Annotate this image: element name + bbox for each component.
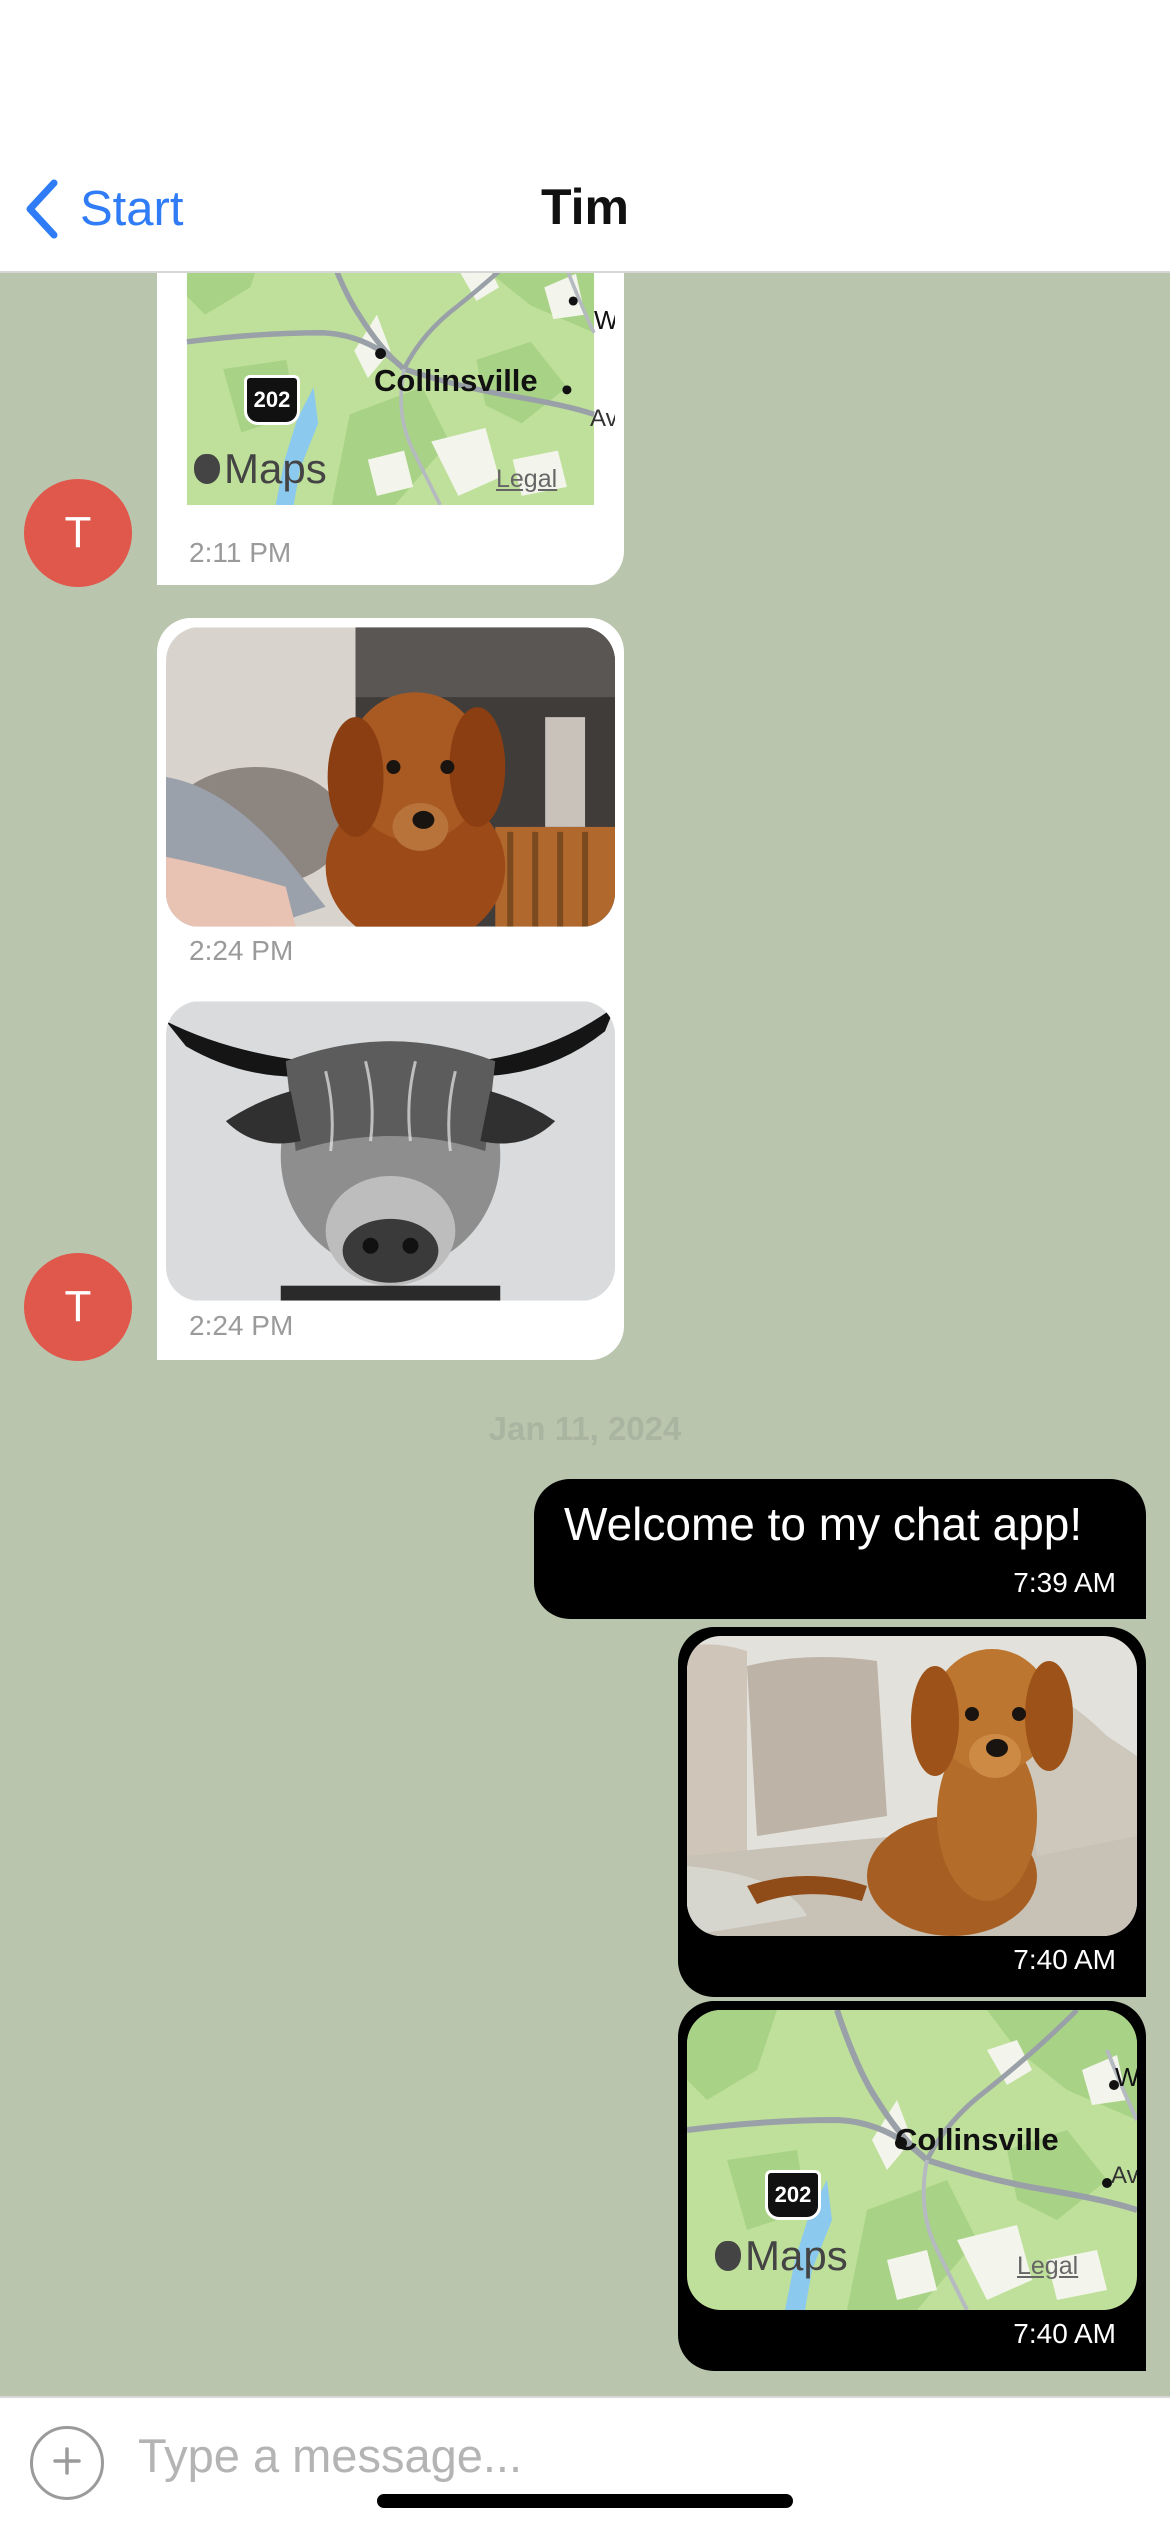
avatar[interactable]: T: [24, 1253, 132, 1361]
dog-photo[interactable]: [687, 1636, 1137, 1936]
incoming-message[interactable]: Collinsville W Av 202 Maps Legal 2:11 PM: [157, 273, 624, 585]
add-attachment-button[interactable]: [30, 2426, 104, 2500]
map-place-label: Collinsville: [895, 2122, 1059, 2157]
outgoing-message[interactable]: Collinsville W Av 202 Maps Legal 7:40 AM: [678, 2001, 1146, 2371]
map-snapshot[interactable]: Collinsville W Av 202 Maps Legal: [166, 273, 615, 525]
maps-brand: Maps: [194, 445, 327, 493]
message-time: 2:24 PM: [189, 935, 294, 966]
map-legal-link[interactable]: Legal: [1017, 2252, 1078, 2281]
outgoing-message[interactable]: 7:40 AM: [678, 1627, 1146, 1997]
message-time: 2:11 PM: [189, 537, 292, 568]
conversation-title: Tim: [541, 179, 629, 235]
status-bar: [0, 0, 1170, 130]
map-place-label: Collinsville: [374, 363, 538, 398]
composer-bar: [0, 2396, 1170, 2532]
message-input[interactable]: [138, 2420, 1118, 2490]
navigation-bar: Start Tim: [0, 130, 1170, 273]
message-time: 2:24 PM: [189, 1310, 294, 1341]
home-indicator: [377, 2494, 793, 2508]
map-edge-label-bottom: Av: [590, 405, 615, 432]
message-list[interactable]: Collinsville W Av 202 Maps Legal 2:11 PM…: [0, 273, 1170, 2396]
map-edge-label-top: W: [594, 305, 615, 335]
map-snapshot[interactable]: Collinsville W Av 202 Maps Legal: [687, 2010, 1137, 2310]
message-time: 7:40 AM: [1013, 2318, 1116, 2349]
plus-icon: [52, 2446, 82, 2481]
incoming-message[interactable]: 2:24 PM: [157, 992, 624, 1360]
date-separator: Jan 11, 2024: [488, 1410, 682, 1447]
maps-brand: Maps: [715, 2232, 848, 2280]
message-time: 7:39 AM: [1013, 1567, 1116, 1598]
route-shield: 202: [244, 375, 300, 425]
cow-photo[interactable]: [166, 1001, 615, 1301]
message-time: 7:40 AM: [1013, 1944, 1116, 1975]
apple-icon: [194, 454, 220, 484]
map-legal-link[interactable]: Legal: [496, 465, 557, 494]
outgoing-message[interactable]: Welcome to my chat app! 7:39 AM: [534, 1479, 1146, 1619]
route-shield: 202: [765, 2170, 821, 2220]
avatar[interactable]: T: [24, 479, 132, 587]
message-text: Welcome to my chat app!: [564, 1498, 1083, 1550]
map-edge-label-bottom: Av: [1111, 2162, 1137, 2189]
map-edge-label-top: W: [1115, 2062, 1137, 2092]
apple-icon: [715, 2241, 741, 2271]
dog-photo[interactable]: [166, 627, 615, 927]
